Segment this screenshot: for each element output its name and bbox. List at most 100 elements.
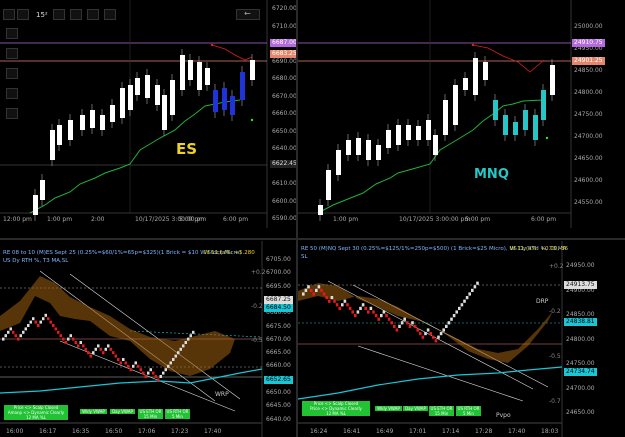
renko-es-brick [49,320,52,324]
renko-mnq-x-tick: 17:40 [508,428,526,435]
renko-es-brick [169,361,172,365]
renko-es-btn-rth-or[interactable]: US RTH OR 5 Min [165,409,190,419]
renko-es-y-tick: 6665.00 [266,349,291,357]
renko-es-pct-tick: -0.5 [251,337,263,344]
renko-mnq-x-tick: 18:03 [541,428,559,435]
mnq-candle [463,78,468,90]
renko-mnq-brick [468,292,471,296]
mnq-candle [513,122,518,135]
renko-mnq-btn-wkly-vwap[interactable]: Wkly VWAP [375,406,402,411]
renko-mnq-brick [390,321,393,325]
renko-mnq-brick [452,314,456,318]
renko-mnq-brick [445,324,448,328]
mnq-y-tick: 25000.00 [574,23,603,30]
renko-mnq-brick [455,310,458,314]
renko-mnq-brick [346,303,349,307]
renko-mnq-brick [403,317,406,321]
mnq-x-tick: 10/17/2025 3:00:00 pm [399,216,471,223]
renko-mnq-brick [304,288,308,292]
renko-mnq-brick [320,288,323,292]
renko-mnq-btn-price-scalp[interactable]: Price <> Scalp Closed Price <> Dynamic C… [302,401,370,416]
renko-es-brick [174,354,177,358]
renko-mnq-btn-day-vwap[interactable]: Day VWAP [403,406,428,411]
es-candle [50,130,55,160]
es-renko-panel[interactable]: RE 08 to 10 (M)ES Sept 25 (0.25%=$60/1%=… [0,241,296,437]
es-candle-panel[interactable]: 15² ← ES 6720.006710.006700.006690.00668… [0,0,297,228]
es-candle [230,96,235,115]
mnq-renko-panel[interactable]: RE 50 (M)NQ Sept 30 (0.25%=$125/1%=250p=… [298,241,625,437]
renko-mnq-brick [322,292,326,296]
renko-mnq-brick [408,324,412,328]
renko-mnq-brick [385,314,388,318]
renko-es-btn-day-vwap[interactable]: Day VWAP [110,409,135,414]
renko-es-brick [72,337,75,341]
es-y-tick: 6640.00 [272,145,297,152]
renko-es-brick [114,354,117,358]
renko-es-brick [2,337,5,341]
renko-mnq-brick [380,314,383,318]
renko-mnq-x-tick: 16:24 [310,428,328,435]
renko-mnq-brick [374,314,378,318]
es-y-tick: 6610.00 [272,180,297,187]
renko-mnq-y-tick: 24750.00 [566,360,595,367]
renko-mnq-brick [426,328,430,332]
es-x-tick: 5:00 pm [179,216,205,223]
renko-es-brick [39,320,42,324]
renko-es-brick [59,334,62,338]
renko-es-btn-eth-or[interactable]: US ETH OR 15 Min [138,409,163,419]
es-candle [135,78,140,95]
renko-es-brick [167,364,170,368]
renko-es-brick [189,334,192,338]
renko-mnq-title-right: W 11;(a%: +0.00,-86 [510,246,568,252]
renko-es-price-tag-3: 6652.65 [264,376,293,384]
renko-es-brick [184,341,187,344]
renko-es-brick [92,351,95,355]
renko-es-brick [37,324,40,327]
mnq-candle [473,58,478,95]
renko-es-y-tick: 6700.00 [266,269,291,277]
mnq-candle [443,100,448,135]
renko-mnq-x-tick: 17:01 [409,428,427,435]
es-y-tick: 6710.00 [272,22,297,30]
renko-es-btn-wkly-vwap[interactable]: Wkly VWAP [80,409,107,414]
mnq-candle [386,130,391,148]
renko-es-y-tick: 6650.00 [266,389,291,396]
renko-mnq-brick [393,324,396,328]
renko-es-brick [32,317,35,321]
renko-mnq-btn-eth-or[interactable]: US ETH OR 15 Min [429,406,454,416]
renko-es-brick [19,334,22,338]
es-x-tick: 2:00 [91,216,105,223]
renko-es-brick [84,347,87,351]
es-candle [170,80,175,115]
renko-es-brick [47,317,50,321]
renko-es-y-tick: 6675.00 [266,322,291,330]
renko-mnq-btn-rth-or[interactable]: US RTH OR 5 Min [456,406,481,416]
renko-es-brick [74,341,77,344]
es-candle [33,195,38,215]
renko-mnq-brick [377,317,380,321]
es-candle [250,60,255,80]
renko-es-brick [134,361,137,365]
renko-mnq-pvpo-label: Pvpo [496,412,511,419]
mnq-candle [483,62,488,80]
mnq-candle-panel[interactable]: MNQ 25000.00 24950.00 24850.00 24800.00 2475… [298,0,625,228]
mnq-y-tick: 24650.00 [574,155,603,162]
renko-es-btn-price-scalp[interactable]: Price <> Scalp Closed Amanp <> Dynamic C… [4,405,68,420]
es-candle [222,88,227,110]
mnq-y-tick: 24750.00 [574,111,603,118]
es-candle [57,125,62,145]
renko-mnq-brick [411,321,414,325]
renko-mnq-brick [476,281,479,285]
horizontal-divider[interactable] [0,238,625,240]
es-symbol-label: ES [176,140,198,158]
mnq-candle [366,140,371,160]
renko-mnq-price-tag-1: 24913.75 [564,281,597,289]
renko-es-brick [99,347,102,351]
renko-es-brick [132,364,135,368]
mnq-x-tick: 6:00 pm [531,216,557,223]
renko-es-brick [9,327,12,331]
renko-es-brick [97,344,100,348]
es-candle-chart [0,0,268,228]
renko-mnq-brick [356,310,360,314]
renko-es-brick [142,371,145,375]
